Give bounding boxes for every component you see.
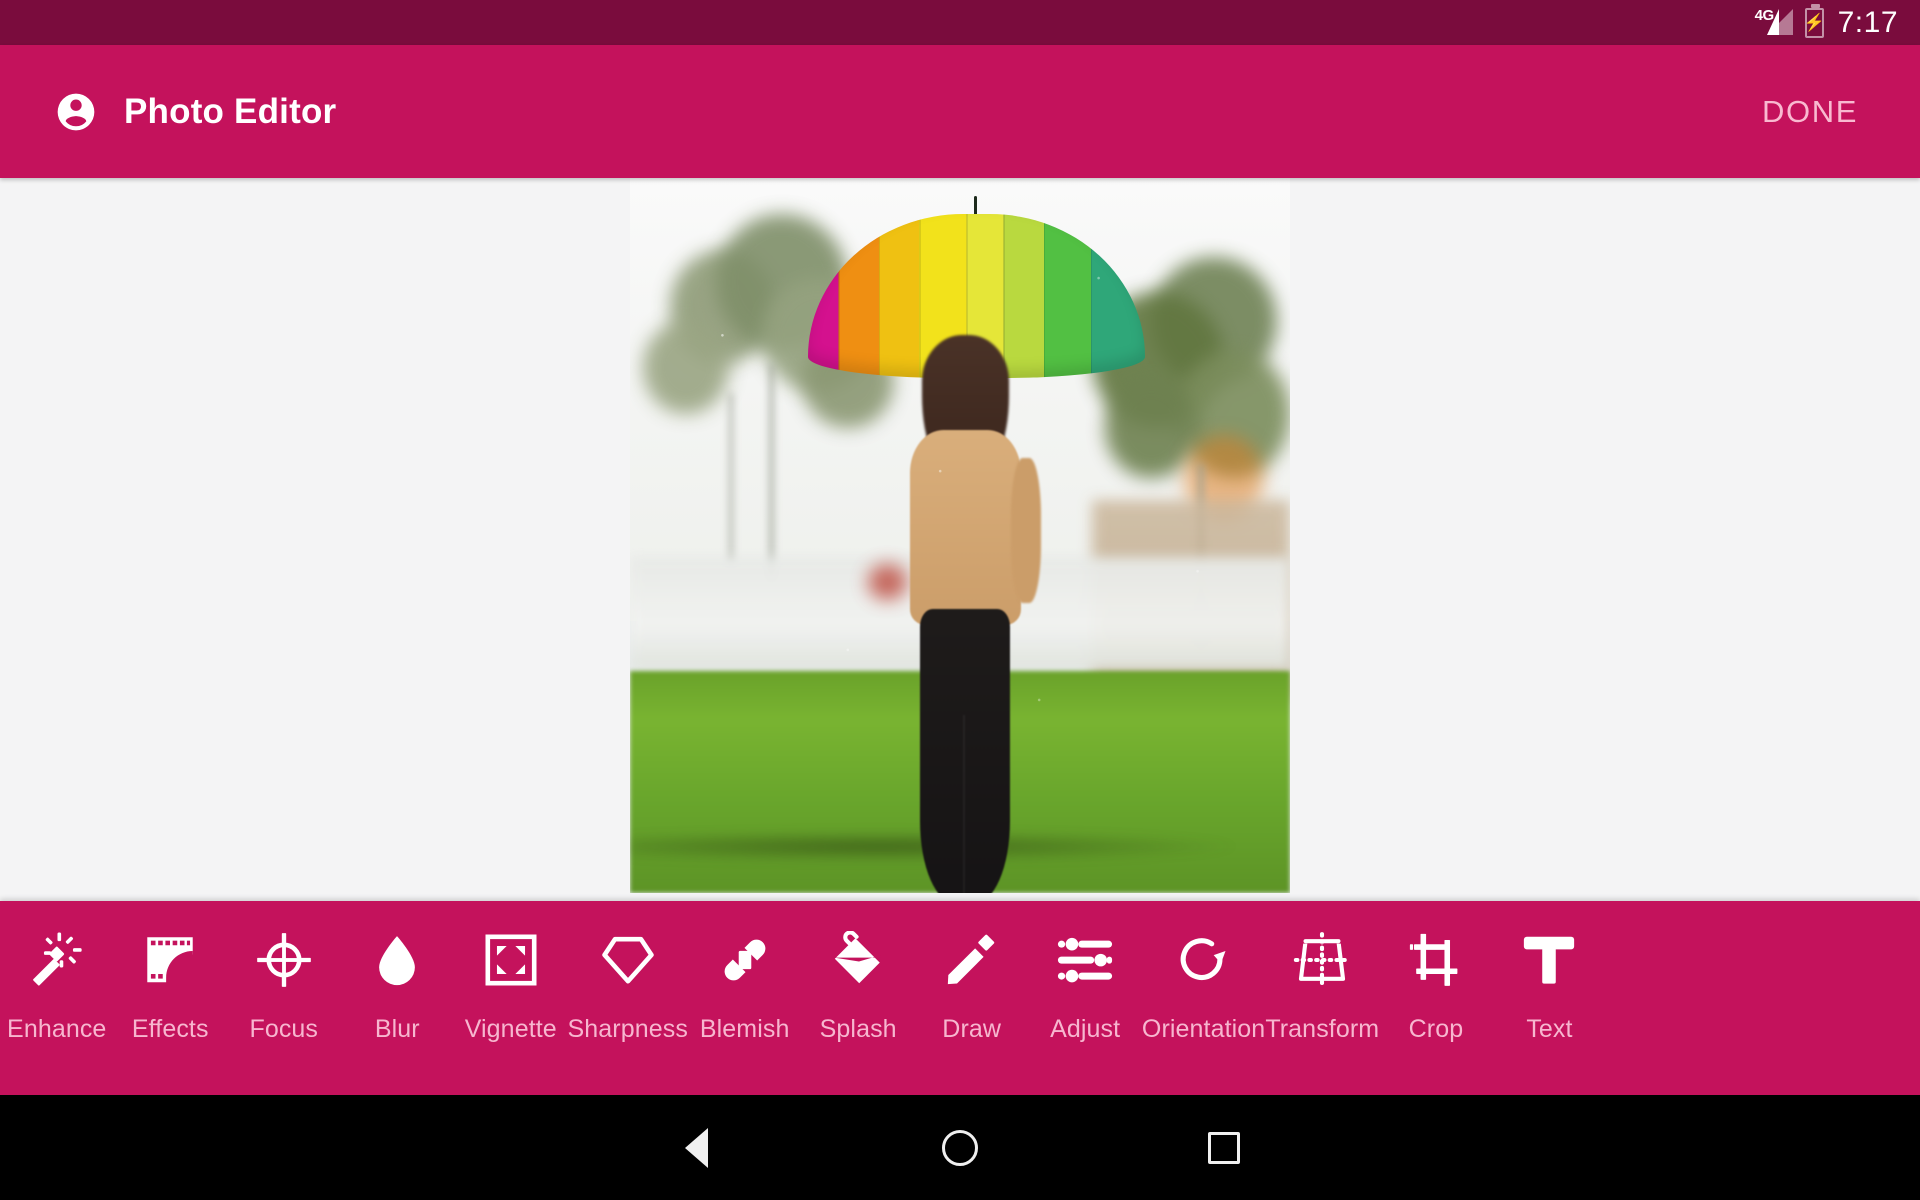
- film-strip-icon: [139, 929, 201, 991]
- tool-vignette[interactable]: Vignette: [454, 929, 568, 1044]
- recents-square-icon: [1208, 1131, 1240, 1164]
- tool-label: Crop: [1408, 1015, 1464, 1043]
- text-format-icon: [1518, 929, 1580, 991]
- tool-splash[interactable]: Splash: [801, 929, 915, 1044]
- tool-crop[interactable]: Crop: [1379, 929, 1493, 1044]
- corner-frame-icon: [480, 929, 542, 991]
- paint-bucket-icon: [827, 929, 889, 991]
- rotate-right-icon: [1173, 929, 1235, 991]
- tool-sharpness[interactable]: Sharpness: [568, 929, 688, 1044]
- tool-adjust[interactable]: Adjust: [1028, 929, 1142, 1044]
- tool-label: Sharpness: [567, 1015, 688, 1043]
- editing-tools-toolbar[interactable]: Enhance Effects Focus Blur Vignette Sharpness…: [0, 901, 1920, 1095]
- tool-focus[interactable]: Focus: [227, 929, 341, 1044]
- tool-orientation[interactable]: Orientation: [1142, 929, 1265, 1044]
- tool-label: Effects: [131, 1015, 209, 1043]
- water-drop-icon: [366, 929, 428, 991]
- tool-transform[interactable]: Transform: [1265, 929, 1379, 1044]
- crop-icon: [1405, 929, 1467, 991]
- nav-recents-button[interactable]: [1092, 1095, 1356, 1200]
- tool-label: Adjust: [1050, 1015, 1121, 1043]
- page-title: Photo Editor: [124, 91, 337, 131]
- nav-home-button[interactable]: [828, 1095, 1092, 1200]
- tool-blemish[interactable]: Blemish: [688, 929, 802, 1044]
- battery-charging-icon: ⚡: [1804, 3, 1825, 38]
- pencil-icon: [941, 929, 1003, 991]
- tool-enhance[interactable]: Enhance: [0, 929, 114, 1044]
- tool-label: Transform: [1265, 1015, 1380, 1043]
- tool-label: Orientation: [1141, 1015, 1266, 1043]
- android-navigation-bar: [0, 1095, 1920, 1200]
- photo-image: [630, 178, 1290, 893]
- account-circle-icon[interactable]: [54, 90, 98, 134]
- perspective-transform-icon: [1291, 929, 1353, 991]
- tool-label: Blemish: [699, 1015, 790, 1043]
- signal-cellular-icon: 4G: [1755, 7, 1793, 37]
- crosshair-target-icon: [253, 929, 315, 991]
- tool-blur[interactable]: Blur: [341, 929, 455, 1044]
- tool-label: Enhance: [7, 1015, 107, 1043]
- home-circle-icon: [942, 1129, 978, 1166]
- photo-preview[interactable]: [630, 178, 1290, 893]
- tool-label: Text: [1526, 1015, 1573, 1043]
- tool-effects[interactable]: Effects: [114, 929, 228, 1044]
- bandage-icon: [714, 929, 776, 991]
- tool-label: Draw: [942, 1015, 1002, 1043]
- photo-editor-app: 4G ⚡ 7:17 Photo Editor DONE Enhance Effe…: [0, 0, 1920, 1200]
- tool-label: Blur: [374, 1015, 420, 1043]
- done-button[interactable]: DONE: [1756, 84, 1864, 140]
- status-bar: 4G ⚡ 7:17: [0, 0, 1920, 45]
- tool-text[interactable]: Text: [1493, 929, 1607, 1044]
- app-bar: Photo Editor DONE: [0, 45, 1920, 178]
- tool-draw[interactable]: Draw: [915, 929, 1029, 1044]
- magic-wand-icon: [26, 929, 88, 991]
- nav-back-button[interactable]: [564, 1095, 828, 1200]
- tool-label: Vignette: [464, 1015, 557, 1043]
- sliders-icon: [1054, 929, 1116, 991]
- tool-label: Focus: [249, 1015, 319, 1043]
- status-bar-clock: 7:17: [1837, 5, 1898, 39]
- photo-canvas[interactable]: [0, 178, 1920, 901]
- app-bar-left-group: Photo Editor: [54, 90, 336, 134]
- diamond-gem-icon: [597, 929, 659, 991]
- tool-label: Splash: [819, 1015, 897, 1043]
- back-triangle-icon: [684, 1127, 708, 1168]
